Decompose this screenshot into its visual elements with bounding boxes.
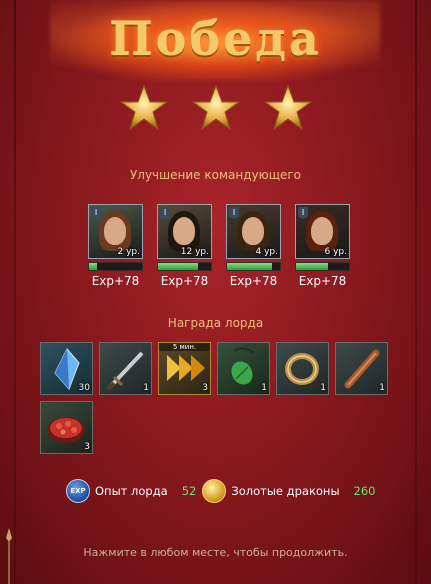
item-count: 1 [379,383,385,393]
lord-exp-value: 52 [181,484,197,498]
item-count: 3 [84,442,90,452]
item-count: 1 [261,383,267,393]
gold-dragon-icon [202,479,227,503]
star-icon [119,84,168,131]
gold-label: Золотые драконы [231,484,340,498]
reward-item-grid: 30 1 5 мин. 3 1 1 1 3 [40,342,404,454]
commander-card[interactable]: I 6 ур. Exp+78 [295,204,350,288]
xp-progress-fill [158,263,198,270]
exp-gain: Exp+78 [160,274,209,288]
commander-list: I 2 ур. Exp+78 I 12 ур. Exp+78 I 4 ур. E… [88,204,350,288]
commander-portrait[interactable]: I 6 ур. [295,204,350,259]
gold-value: 260 [353,484,376,498]
reward-item[interactable]: 1 [99,342,152,395]
reward-item[interactable]: 1 [335,342,388,395]
xp-progress-bar [157,262,212,271]
xp-progress-fill [89,263,97,270]
portrait-face [311,217,333,245]
commander-card[interactable]: I 12 ур. Exp+78 [157,204,212,288]
commander-level: 6 ур. [324,247,348,257]
commander-level: 12 ур. [180,247,209,257]
item-count: 1 [320,383,326,393]
tap-to-continue[interactable]: Нажмите в любом месте, чтобы продолжить. [0,546,431,559]
commander-card[interactable]: I 2 ур. Exp+78 [88,204,143,288]
commander-level: 2 ур. [117,247,141,257]
rank-badge: I [298,207,308,219]
rank-badge: I [229,207,239,219]
rank-badge: I [91,207,101,219]
reward-item[interactable]: 5 мин. 3 [158,342,211,395]
star-icon [191,84,240,131]
commander-portrait[interactable]: I 2 ур. [88,204,143,259]
portrait-face [104,217,126,245]
exp-coin-icon: EXP [66,479,90,503]
rank-badge: I [160,207,170,219]
commander-card[interactable]: I 4 ур. Exp+78 [226,204,281,288]
exp-gain: Exp+78 [91,274,140,288]
commander-portrait[interactable]: I 12 ур. [157,204,212,259]
victory-title: Победа [109,12,322,66]
xp-progress-fill [296,263,328,270]
reward-item[interactable]: 3 [40,401,93,454]
xp-progress-bar [226,262,281,271]
reward-summary: EXP Опыт лорда 52 Золотые драконы 260 [66,479,375,503]
portrait-face [242,217,264,245]
portrait-face [173,217,195,245]
xp-progress-bar [88,262,143,271]
exp-gain: Exp+78 [229,274,278,288]
item-count: 1 [143,383,149,393]
item-timer: 5 мин. [159,343,210,351]
reward-item[interactable]: 1 [217,342,270,395]
reward-item[interactable]: 30 [40,342,93,395]
xp-progress-fill [227,263,273,270]
lord-exp-label: Опыт лорда [95,484,168,498]
star-icon [263,84,312,131]
commander-level: 4 ур. [255,247,279,257]
reward-item[interactable]: 1 [276,342,329,395]
commander-portrait[interactable]: I 4 ур. [226,204,281,259]
item-count: 30 [78,383,90,393]
item-count: 3 [202,383,208,393]
commander-section-title: Улучшение командующего [129,168,302,182]
exp-gain: Exp+78 [298,274,347,288]
star-rating [0,84,431,132]
xp-progress-bar [295,262,350,271]
reward-section-title: Награда лорда [167,316,264,330]
